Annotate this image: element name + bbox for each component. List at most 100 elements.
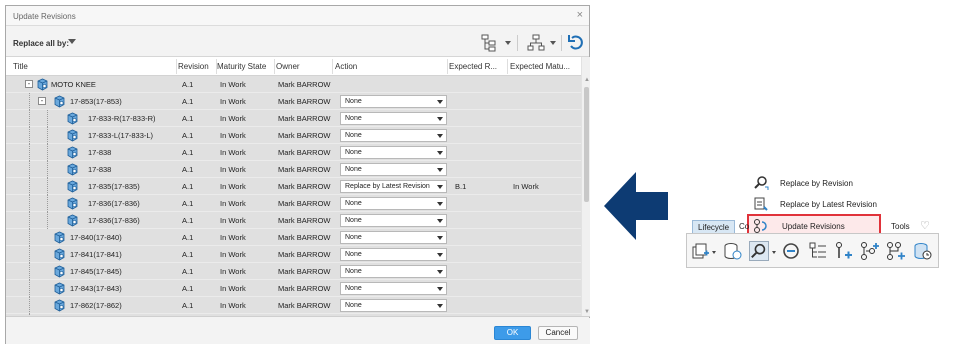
action-select[interactable]: None [340,316,447,317]
chevron-down-icon[interactable] [437,168,443,172]
tab-lifecycle[interactable]: Lifecycle [692,220,736,234]
chevron-down-icon[interactable] [437,134,443,138]
favorite-heart-icon[interactable]: ♡ [920,219,930,232]
table-row[interactable]: 17-838 A.1 In Work Mark BARROW None [6,161,581,178]
column-divider[interactable] [507,59,508,74]
ok-button[interactable]: OK [494,326,531,340]
network-node-icon[interactable] [527,34,545,52]
column-header-expected-revision[interactable]: Expected R... [449,62,507,71]
chevron-down-icon[interactable] [437,253,443,257]
table-row[interactable]: 17-836(17-836) A.1 In Work Mark BARROW None [6,195,581,212]
search-revision-icon[interactable] [749,241,769,261]
action-select[interactable]: None [340,282,447,295]
column-header-revision[interactable]: Revision [178,62,216,71]
action-select[interactable]: None [340,265,447,278]
action-select[interactable]: None [340,214,447,227]
action-select[interactable]: None [340,197,447,210]
action-select[interactable]: Replace by Latest Revision [340,180,447,193]
action-select-value: Replace by Latest Revision [345,183,430,190]
chevron-down-icon[interactable] [437,287,443,291]
structure-list-icon[interactable] [808,241,828,261]
scrollbar-thumb[interactable] [584,87,589,202]
cancel-button[interactable]: Cancel [538,326,578,340]
scroll-down-icon[interactable]: ▼ [584,309,590,315]
table-row[interactable]: 17-840(17-840) A.1 In Work Mark BARROW None [6,229,581,246]
cell-maturity-state: In Work [220,182,246,191]
tab-collaboration[interactable]: Co [734,220,754,234]
action-select[interactable]: None [340,129,447,142]
column-header-maturity-state[interactable]: Maturity State [217,62,275,71]
column-divider[interactable] [176,59,177,74]
table-row[interactable]: 17-836(17-836) A.1 In Work Mark BARROW None [6,212,581,229]
action-select[interactable]: None [340,231,447,244]
table-row[interactable]: 17-847(17-847)A.1In WorkMark BARROWNone [6,314,581,317]
table-row[interactable]: - MOTO KNEE A.1 In Work Mark BARROW [6,76,581,93]
cycle-revision-icon[interactable] [781,241,801,261]
action-select[interactable]: None [340,112,447,125]
vertical-scrollbar[interactable]: ▲ ▼ [581,57,590,316]
cell-owner: Mark BARROW [278,148,331,157]
table-row[interactable]: - 17-853(17-853) A.1 In Work Mark BARROW None [6,93,581,110]
chevron-down-icon[interactable] [437,185,443,189]
table-row[interactable]: 17-862(17-862) A.1 In Work Mark BARROW None [6,297,581,314]
tree-structure-dropdown-icon[interactable] [505,41,511,45]
tree-connector [47,127,48,144]
action-select[interactable]: None [340,95,447,108]
chevron-down-icon[interactable] [437,236,443,240]
database-clock-icon[interactable] [723,241,743,261]
scroll-up-icon[interactable]: ▲ [584,77,590,83]
dialog-titlebar: Update Revisions × [6,6,589,26]
action-select[interactable]: None [340,146,447,159]
chevron-down-icon[interactable] [437,117,443,121]
new-revision-stack-icon[interactable] [691,241,711,261]
new-revision-dropdown-icon[interactable] [712,251,716,254]
column-header-action[interactable]: Action [335,62,445,71]
menu-item-replace-by-revision[interactable]: Replace by Revision [747,172,881,194]
action-select[interactable]: None [340,163,447,176]
action-select-value: None [345,268,362,275]
chevron-down-icon[interactable] [437,219,443,223]
tree-connector [29,297,30,314]
table-row[interactable]: 17-841(17-841) A.1 In Work Mark BARROW None [6,246,581,263]
table-row[interactable]: 17-833-R(17-833-R) A.1 In Work Mark BARROW N… [6,110,581,127]
table-row[interactable]: 17-835(17-835) A.1 In Work Mark BARROW Repla… [6,178,581,195]
action-select-value: None [345,132,362,139]
column-header-owner[interactable]: Owner [276,62,332,71]
chevron-down-icon[interactable] [437,202,443,206]
add-graph-node-icon[interactable] [860,241,880,261]
cell-revision: A.1 [182,267,194,276]
action-select[interactable]: None [340,299,447,312]
close-icon[interactable]: × [577,9,583,21]
column-header-title[interactable]: Title [13,62,173,71]
action-select-value: None [345,251,362,258]
part-icon [54,282,65,295]
network-node-dropdown-icon[interactable] [550,41,556,45]
search-revision-dropdown-icon[interactable] [772,251,776,254]
replace-all-by-label[interactable]: Replace all by: [13,39,69,48]
chevron-down-icon[interactable] [437,100,443,104]
chevron-down-icon[interactable] [437,270,443,274]
add-link-node-icon[interactable] [886,241,906,261]
replace-all-dropdown-icon[interactable] [68,39,76,44]
table-row[interactable]: 17-838 A.1 In Work Mark BARROW None [6,144,581,161]
add-branch-icon[interactable] [834,241,854,261]
column-header-expected-maturity[interactable]: Expected Matu... [510,62,580,71]
table-row[interactable]: 17-833-L(17-833-L) A.1 In Work Mark BARROW N… [6,127,581,144]
menu-item-replace-by-latest-revision[interactable]: Replace by Latest Revision [747,193,881,215]
table-row[interactable]: 17-845(17-845) A.1 In Work Mark BARROW None [6,263,581,280]
undo-refresh-icon[interactable] [567,34,585,52]
cell-maturity-state: In Work [220,131,246,140]
chevron-down-icon[interactable] [437,304,443,308]
tree-connector [29,144,30,161]
column-divider[interactable] [332,59,333,74]
column-divider[interactable] [274,59,275,74]
tab-tools[interactable]: Tools [886,220,915,234]
action-select[interactable]: None [340,248,447,261]
database-history-icon[interactable] [913,241,933,261]
collapse-toggle-icon[interactable]: - [25,80,33,88]
table-row[interactable]: 17-843(17-843) A.1 In Work Mark BARROW None [6,280,581,297]
collapse-toggle-icon[interactable]: - [38,97,46,105]
column-divider[interactable] [447,59,448,74]
chevron-down-icon[interactable] [437,151,443,155]
tree-structure-icon[interactable] [481,34,499,52]
